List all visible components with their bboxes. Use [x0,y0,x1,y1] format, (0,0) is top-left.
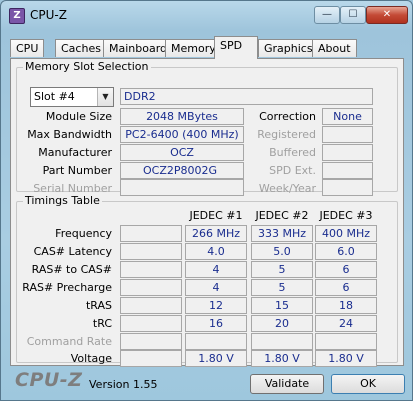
frequency-jedec-1: 266 MHz [185,225,247,242]
module-size-label: Module Size [45,110,112,123]
registered-label: Registered [257,128,316,141]
trc-jedec-3: 24 [315,315,377,332]
timing-extra-cell [120,243,182,260]
tab-cpu[interactable]: CPU [10,39,45,57]
buffered-label: Buffered [269,146,316,159]
memory-type-field: DDR2 [120,88,373,105]
ras-to-cas-label: RAS# to CAS# [31,263,112,276]
command-rate-jedec-1 [185,333,247,350]
ok-button[interactable]: OK [331,374,405,394]
ras-to-cas-jedec-3: 6 [315,261,377,278]
max-bandwidth-field: PC2-6400 (400 MHz) [120,126,244,143]
ras-to-cas-jedec-2: 5 [251,261,313,278]
close-button[interactable]: ✕ [366,6,408,24]
ras-precharge-jedec-3: 6 [315,279,377,296]
timing-extra-cell [120,315,182,332]
manufacturer-field: OCZ [120,144,244,161]
part-number-field: OCZ2P8002G [120,162,244,179]
minimize-button[interactable]: — [314,6,340,24]
memory-slot-group-label: Memory Slot Selection [23,60,151,73]
spd-ext-label: SPD Ext. [269,164,316,177]
week-year-label: Week/Year [258,182,316,195]
tab-caches[interactable]: Caches [55,39,107,57]
timing-extra-cell [120,261,182,278]
ras-to-cas-jedec-1: 4 [185,261,247,278]
command-rate-jedec-2 [251,333,313,350]
tras-jedec-1: 12 [185,297,247,314]
frequency-jedec-3: 400 MHz [315,225,377,242]
correction-field: None [322,108,373,125]
voltage-label: Voltage [70,352,112,365]
ras-precharge-jedec-1: 4 [185,279,247,296]
trc-jedec-2: 20 [251,315,313,332]
trc-jedec-1: 16 [185,315,247,332]
timings-group-label: Timings Table [23,194,102,207]
ras-precharge-jedec-2: 5 [251,279,313,296]
voltage-jedec-3: 1.80 V [315,350,377,367]
cas-latency-jedec-2: 5.0 [251,243,313,260]
timing-extra-cell [120,350,182,367]
trc-label: tRC [92,317,112,330]
frequency-label: Frequency [55,227,112,240]
slot-select-value: Slot #4 [34,90,75,103]
timing-extra-cell [120,297,182,314]
command-rate-label: Command Rate [26,335,112,348]
module-size-field: 2048 MBytes [120,108,244,125]
tab-about[interactable]: About [312,39,357,57]
cas-latency-label: CAS# Latency [33,245,112,258]
timings-group: Timings Table JEDEC #1 JEDEC #2 JEDEC #3… [16,194,398,367]
validate-button[interactable]: Validate [250,374,324,394]
tab-spd[interactable]: SPD [214,36,258,59]
cas-latency-jedec-1: 4.0 [185,243,247,260]
serial-number-field [120,179,244,196]
cpuz-window: Z CPU-Z — ☐ ✕ CPU Caches Mainboard Memor… [0,0,413,401]
ras-precharge-label: RAS# Precharge [22,281,112,294]
registered-field [322,126,373,143]
timing-extra-cell [120,333,182,350]
timing-extra-cell [120,225,182,242]
tab-mainboard[interactable]: Mainboard [103,39,174,57]
buffered-field [322,144,373,161]
cpuz-logo: CPU-Z [15,369,83,391]
frequency-jedec-2: 333 MHz [251,225,313,242]
cas-latency-jedec-3: 6.0 [315,243,377,260]
voltage-jedec-2: 1.80 V [251,350,313,367]
timing-extra-cell [120,279,182,296]
jedec-2-header: JEDEC #2 [255,209,309,222]
cpuz-app-icon: Z [9,8,25,24]
week-year-field [322,179,373,196]
tab-strip: CPU Caches Mainboard Memory SPD Graphics… [10,36,406,59]
manufacturer-label: Manufacturer [38,146,112,159]
tras-label: tRAS [85,299,112,312]
spd-ext-field [322,162,373,179]
memory-slot-group: Memory Slot Selection Slot #4 ▼ DDR2 Mod… [16,60,398,196]
jedec-3-header: JEDEC #3 [319,209,373,222]
spd-panel: Memory Slot Selection Slot #4 ▼ DDR2 Mod… [10,58,404,367]
max-bandwidth-label: Max Bandwidth [27,128,112,141]
chevron-down-icon[interactable]: ▼ [97,88,113,106]
voltage-jedec-1: 1.80 V [185,350,247,367]
tras-jedec-3: 18 [315,297,377,314]
command-rate-jedec-3 [315,333,377,350]
slot-select[interactable]: Slot #4 ▼ [30,87,114,107]
tras-jedec-2: 15 [251,297,313,314]
part-number-label: Part Number [42,164,112,177]
maximize-button[interactable]: ☐ [340,6,366,24]
title-bar[interactable]: Z CPU-Z — ☐ ✕ [1,1,412,31]
jedec-1-header: JEDEC #1 [189,209,243,222]
window-title: CPU-Z [30,8,67,22]
version-label: Version 1.55 [89,378,158,391]
correction-label: Correction [259,110,316,123]
footer-bar: CPU-Z Version 1.55 Validate OK [1,366,412,400]
tab-graphics[interactable]: Graphics [258,39,319,57]
